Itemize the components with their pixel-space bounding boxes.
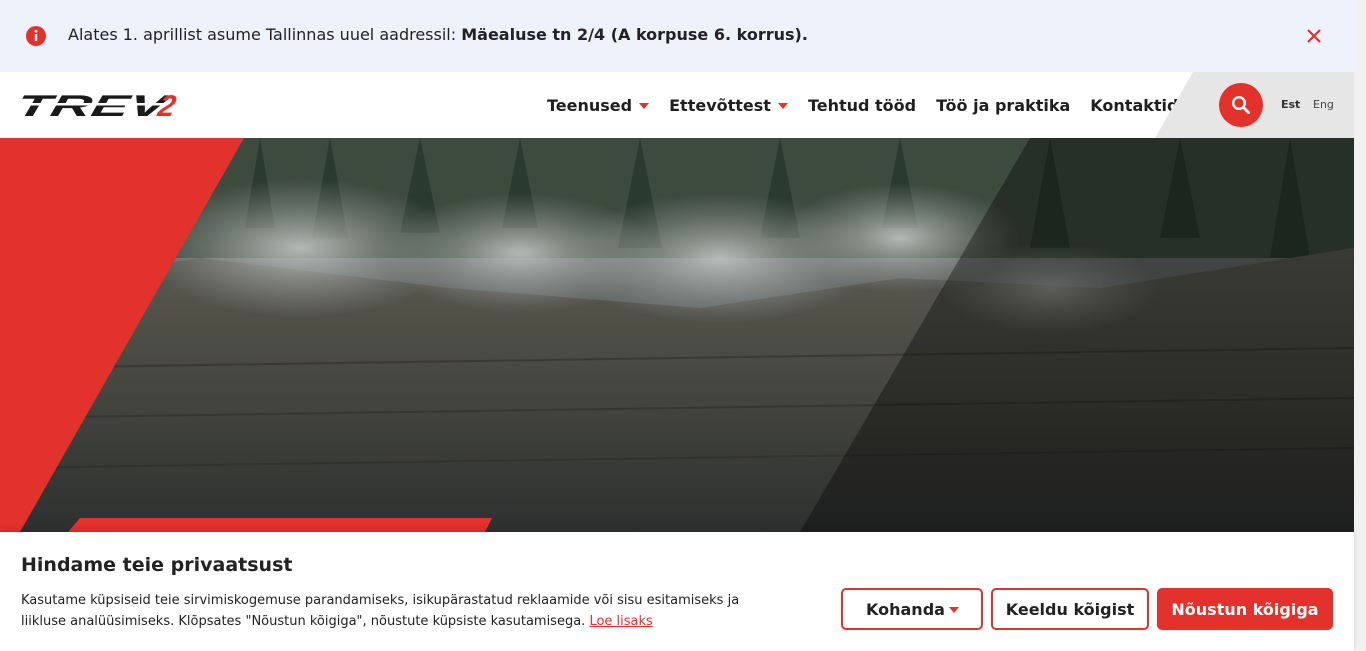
nav-label: Teenused xyxy=(547,95,633,115)
customize-label: Kohanda xyxy=(866,599,945,619)
cookie-banner: Hindame teie privaatsust Kasutame küpsis… xyxy=(0,532,1354,651)
language-eng[interactable]: Eng xyxy=(1313,98,1334,111)
caret-down-icon xyxy=(949,607,959,613)
accept-all-button[interactable]: Nõustun kõigiga xyxy=(1157,588,1333,630)
page-scrollbar[interactable] xyxy=(1354,0,1366,651)
nav-label: Ettevõttest xyxy=(669,95,771,115)
cookie-text: Kasutame küpsiseid teie sirvimiskogemuse… xyxy=(21,590,781,632)
nav-item-tehtud-tood[interactable]: Tehtud tööd xyxy=(808,96,916,115)
search-icon xyxy=(1231,95,1250,114)
reject-all-button[interactable]: Keeldu kõigist xyxy=(991,588,1149,630)
customize-button[interactable]: Kohanda xyxy=(841,588,983,630)
cookie-title: Hindame teie privaatsust xyxy=(21,554,293,576)
nav-item-kontaktid[interactable]: Kontaktid xyxy=(1090,96,1178,115)
info-icon xyxy=(26,26,46,46)
hero-photo-quarry-blast xyxy=(0,138,1354,532)
site-header: TREV 2 Teenused Ettevõttest Tehtud tööd … xyxy=(0,72,1354,138)
hero-image xyxy=(0,138,1354,532)
search-button[interactable] xyxy=(1219,83,1263,127)
nav-label: Tehtud tööd xyxy=(807,95,917,115)
announcement-address: Mäealuse tn 2/4 (A korpuse 6. korrus). xyxy=(461,25,808,44)
announcement-message: Alates 1. aprillist asume Tallinnas uuel… xyxy=(68,25,808,44)
nav-item-too-ja-praktika[interactable]: Töö ja praktika xyxy=(936,96,1070,115)
language-est[interactable]: Est xyxy=(1281,98,1300,111)
main-nav: Teenused Ettevõttest Tehtud tööd Töö ja … xyxy=(547,72,1198,138)
nav-item-ettevottest[interactable]: Ettevõttest xyxy=(669,96,788,115)
close-icon[interactable] xyxy=(1303,25,1325,47)
announcement-text: Alates 1. aprillist asume Tallinnas uuel… xyxy=(68,25,457,44)
read-more-link[interactable]: Loe lisaks xyxy=(589,614,652,629)
nav-label: Kontaktid xyxy=(1090,95,1179,115)
announcement-bar: Alates 1. aprillist asume Tallinnas uuel… xyxy=(0,0,1354,72)
caret-down-icon xyxy=(639,103,650,109)
logo[interactable]: TREV 2 xyxy=(20,91,208,119)
nav-label: Töö ja praktika xyxy=(936,95,1071,115)
nav-item-teenused[interactable]: Teenused xyxy=(547,95,650,115)
caret-down-icon xyxy=(777,103,788,109)
